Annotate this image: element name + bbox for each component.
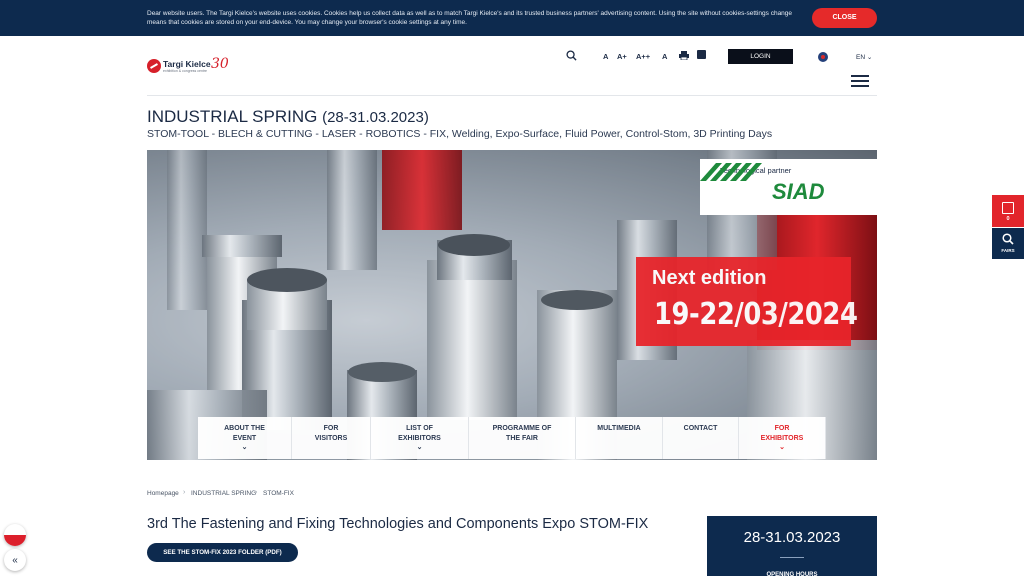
menu-label: CONTACT [683, 425, 718, 432]
breadcrumb-home[interactable]: Homepage [147, 490, 179, 497]
content-heading: 3rd The Fastening and Fixing Technologie… [147, 516, 649, 532]
breadcrumb-separator-icon: › [183, 489, 186, 496]
fairs-label: FAIRS [1001, 248, 1015, 253]
menu-programme[interactable]: PROGRAMME OF THE FAIR [469, 417, 576, 459]
page-subtitle: STOM-TOOL - BLECH & CUTTING - LASER - RO… [147, 128, 773, 140]
menu-label: THE FAIR [506, 435, 538, 442]
date-card-divider [780, 557, 804, 558]
font-size-large[interactable]: A+ [617, 52, 627, 61]
folder-pdf-button[interactable]: SEE THE STOM-FIX 2023 FOLDER (PDF) [147, 543, 298, 562]
event-date-card: 28-31.03.2023 OPENING HOURS [707, 516, 877, 578]
page-title: INDUSTRIAL SPRING (28-31.03.2023) [147, 107, 429, 127]
calendar-count: 0 [1006, 216, 1010, 222]
search-icon[interactable] [566, 50, 577, 61]
menu-about-event[interactable]: ABOUT THE EVENT ⌄ [198, 417, 292, 459]
cookie-close-button[interactable]: CLOSE [812, 8, 877, 28]
language-label: EN [856, 54, 866, 61]
menu-label: EVENT [232, 435, 257, 442]
chevron-down-icon: ⌄ [241, 444, 248, 451]
logo-anniversary: 30 [211, 56, 229, 72]
calendar-icon [1002, 202, 1014, 214]
menu-label: FOR [323, 425, 339, 432]
calendar-widget[interactable]: 0 [992, 195, 1024, 227]
technological-partner-box[interactable]: Technological partner SIAD [700, 159, 877, 215]
menu-label: ABOUT THE [224, 425, 265, 432]
menu-label: VISITORS [314, 435, 348, 442]
menu-label: EXHIBITORS [398, 435, 441, 442]
event-dates: 28-31.03.2023 [743, 529, 841, 546]
print-icon[interactable] [679, 51, 689, 60]
login-button[interactable]: LOGIN [728, 49, 793, 64]
menu-label: MULTIMEDIA [597, 425, 641, 432]
breadcrumb-separator-icon: › [255, 489, 258, 496]
logo-mark-icon [147, 59, 161, 73]
contrast-toggle[interactable]: A [662, 52, 667, 61]
page-title-text: INDUSTRIAL SPRING [147, 107, 318, 126]
menu-multimedia[interactable]: MULTIMEDIA [576, 417, 663, 459]
menu-for-visitors[interactable]: FOR VISITORS [292, 417, 371, 459]
chevron-down-icon: ⌄ [416, 444, 423, 451]
fairs-search-widget[interactable]: FAIRS [992, 228, 1024, 259]
next-edition-box: Next edition 19-22/03/2024 [636, 257, 858, 346]
partner-name: SIAD [772, 179, 825, 204]
chevron-down-icon: ⌄ [866, 54, 873, 61]
opening-hours-label: OPENING HOURS [766, 572, 818, 578]
header-divider [147, 95, 877, 96]
breadcrumb-event[interactable]: INDUSTRIAL SPRING [191, 490, 256, 497]
next-edition-label: Next edition [652, 267, 767, 289]
menu-label: LIST OF [406, 425, 433, 432]
menu-label: PROGRAMME OF [492, 425, 552, 432]
hero-banner: Technological partner SIAD Next edition … [147, 150, 877, 460]
menu-for-exhibitors[interactable]: FOR EXHIBITORS ⌄ [739, 417, 826, 459]
search-icon [1002, 233, 1014, 245]
menu-list-of-exhibitors[interactable]: LIST OF EXHIBITORS ⌄ [371, 417, 469, 459]
menu-contact[interactable]: CONTACT [663, 417, 739, 459]
chevron-down-icon: ⌄ [779, 444, 785, 451]
polish-language-flag-icon[interactable] [4, 524, 26, 546]
page-title-dates: (28-31.03.2023) [322, 109, 429, 126]
logo-name: Targi Kielce [163, 59, 211, 69]
menu-label: FOR [774, 425, 790, 432]
menu-label: EXHIBITORS [760, 435, 804, 442]
language-selector[interactable]: EN ⌄ [856, 53, 872, 61]
font-size-normal[interactable]: A [603, 52, 608, 61]
targi-kielce-logo[interactable]: Targi Kielce exhibition & congress centr… [147, 56, 237, 78]
logo-tagline: exhibition & congress centre [163, 69, 207, 73]
rss-icon[interactable] [697, 50, 706, 59]
font-size-xlarge[interactable]: A++ [636, 52, 650, 61]
chevron-left-double-icon[interactable]: « [4, 549, 26, 571]
menu-icon[interactable] [851, 74, 869, 88]
breadcrumb-current: STOM-FIX [263, 490, 294, 497]
cookie-banner: Dear website users. The Targi Kielce's w… [0, 0, 1024, 36]
cookie-text: Dear website users. The Targi Kielce's w… [147, 10, 793, 26]
next-edition-dates: 19-22/03/2024 [654, 297, 858, 332]
flag-icon[interactable] [818, 52, 828, 62]
